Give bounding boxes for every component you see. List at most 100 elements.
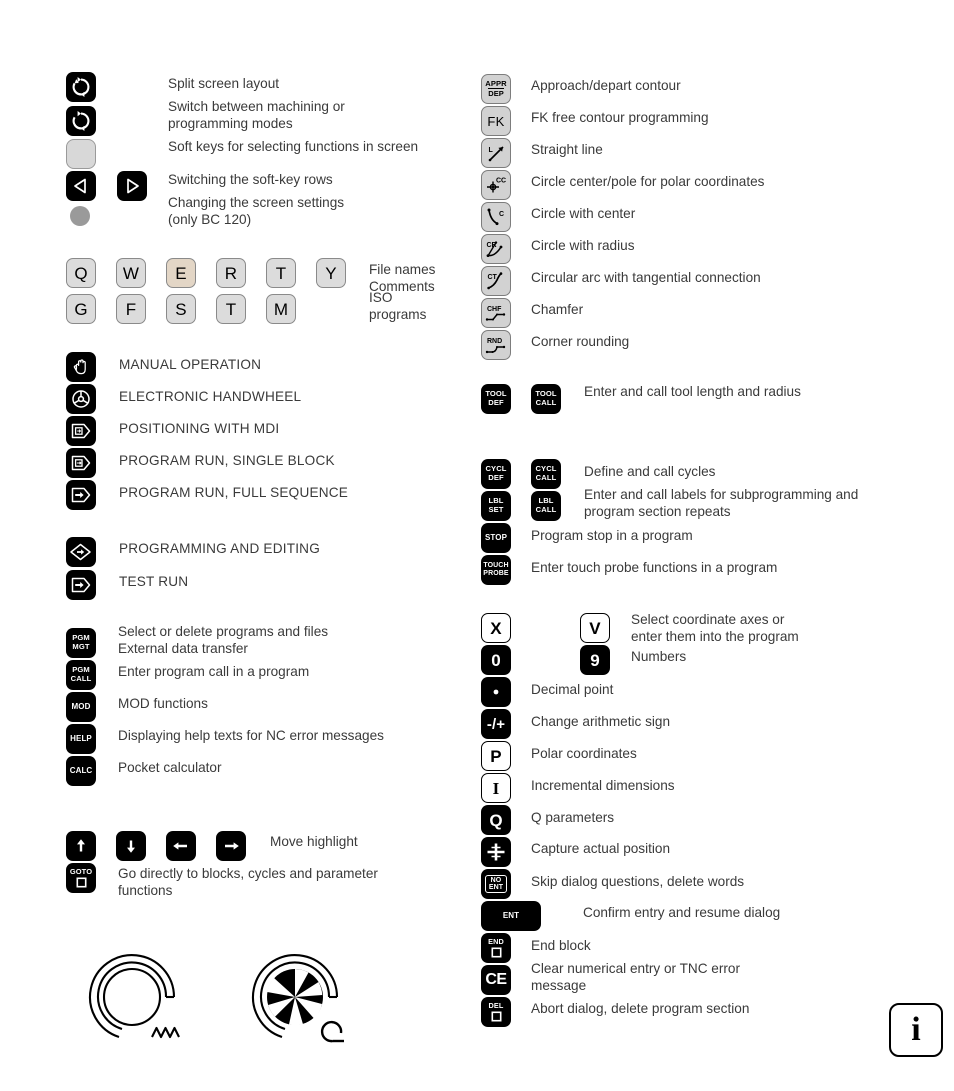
end-desc: End block — [531, 938, 591, 953]
screen-settings-knob[interactable] — [70, 206, 90, 226]
spindle-speed-dial-icon — [251, 954, 344, 1043]
cycl-def-key[interactable]: CYCL DEF — [481, 459, 511, 489]
appr-label: APPR — [485, 79, 507, 89]
iso-key-t[interactable]: T — [216, 294, 246, 324]
stop-key[interactable]: STOP — [481, 523, 511, 553]
arrow-down-key[interactable] — [116, 831, 146, 861]
soft-key[interactable] — [66, 139, 96, 169]
lbl-call-label-bottom: CALL — [535, 505, 557, 514]
full-sequence-arrow-icon — [71, 487, 91, 503]
iso-key-m[interactable]: M — [266, 294, 296, 324]
q-parameter-desc: Q parameters — [531, 810, 615, 825]
iso-key-f[interactable]: F — [116, 294, 146, 324]
cycl-call-key[interactable]: CYCL CALL — [531, 459, 561, 489]
fk-key[interactable]: FK — [481, 106, 511, 136]
iso-key-g[interactable]: G — [66, 294, 96, 324]
axis-x-key[interactable]: X — [481, 613, 511, 643]
corner-rounding-key[interactable]: RND — [481, 330, 511, 360]
circle-with-radius-key[interactable]: CR — [481, 234, 511, 264]
cycl-call-label-bottom: CALL — [535, 473, 557, 482]
cycl-desc: Define and call cycles — [584, 464, 716, 479]
spindle-speed-override-potentiometer[interactable] — [245, 945, 363, 1060]
arrow-left-key[interactable] — [166, 831, 196, 861]
appr-dep-key[interactable]: APPR DEP — [481, 74, 511, 104]
del-key[interactable]: DEL — [481, 997, 511, 1027]
alpha-key-w[interactable]: W — [116, 258, 146, 288]
split-screen-key[interactable] — [66, 72, 96, 102]
q-parameter-label: Q — [489, 810, 503, 830]
soft-key-desc: Soft keys for selecting functions in scr… — [168, 139, 419, 154]
sign-change-desc: Change arithmetic sign — [531, 714, 671, 729]
chamfer-desc: Chamfer — [531, 302, 584, 317]
test-run-key[interactable] — [66, 570, 96, 600]
circle-with-center-key[interactable]: C — [481, 202, 511, 232]
softkey-row-left-key[interactable] — [66, 171, 96, 201]
polar-coordinates-key[interactable]: P — [481, 741, 511, 771]
number-0-key[interactable]: 0 — [481, 645, 511, 675]
softkey-row-right-key[interactable] — [117, 171, 147, 201]
help-key[interactable]: HELP — [66, 724, 96, 754]
feed-rate-override-potentiometer[interactable] — [82, 945, 194, 1055]
chamfer-key[interactable]: CHF — [481, 298, 511, 328]
touch-probe-key[interactable]: TOUCH PROBE — [481, 555, 511, 585]
positioning-mdi-key[interactable] — [66, 416, 96, 446]
alpha-key-q[interactable]: Q — [66, 258, 96, 288]
pgm-call-key[interactable]: PGM CALL — [66, 660, 96, 690]
calc-key[interactable]: CALC — [66, 756, 96, 786]
tool-def-key[interactable]: TOOL DEF — [481, 384, 511, 414]
tool-call-key[interactable]: TOOL CALL — [531, 384, 561, 414]
manual-operation-label: MANUAL OPERATION — [119, 357, 262, 372]
decimal-point-key[interactable] — [481, 677, 511, 707]
program-run-full-sequence-key[interactable] — [66, 480, 96, 510]
lbl-set-key[interactable]: LBL SET — [481, 491, 511, 521]
pgm-mgt-key[interactable]: PGM MGT — [66, 628, 96, 658]
del-desc: Abort dialog, delete program section — [531, 1001, 750, 1016]
info-icon: i — [911, 1011, 921, 1048]
circular-arc-tangential-key[interactable]: CT — [481, 266, 511, 296]
arrow-up-key[interactable] — [66, 831, 96, 861]
alpha-key-e[interactable]: E — [166, 258, 196, 288]
chamfer-icon: CHF — [485, 306, 506, 321]
mod-key[interactable]: MOD — [66, 692, 96, 722]
mod-label: MOD — [71, 702, 91, 711]
ent-key[interactable]: ENT — [481, 901, 541, 931]
straight-line-icon: L — [489, 146, 504, 162]
q-parameter-key[interactable]: Q — [481, 805, 511, 835]
circle-center-pole-key[interactable]: CC — [481, 170, 511, 200]
circle-center-icon: CC — [487, 178, 506, 193]
svg-text:CC: CC — [496, 178, 506, 185]
alpha-key-y[interactable]: Y — [316, 258, 346, 288]
sign-change-label: -/+ — [486, 715, 506, 733]
legend-page: Split screen layout Switch between machi… — [0, 0, 954, 1091]
arrow-right-key[interactable] — [216, 831, 246, 861]
positioning-mdi-label: POSITIONING WITH MDI — [119, 421, 280, 436]
programming-editing-key[interactable] — [66, 537, 96, 567]
corner-rounding-desc: Corner rounding — [531, 334, 630, 349]
pgm-call-label-bottom: CALL — [70, 674, 92, 683]
iso-key-label: G — [74, 299, 88, 319]
goto-desc: Go directly to blocks, cycles and parame… — [118, 866, 378, 898]
alpha-key-r[interactable]: R — [216, 258, 246, 288]
lbl-call-key[interactable]: LBL CALL — [531, 491, 561, 521]
arrow-down-icon — [127, 840, 135, 853]
test-run-arrow-icon — [71, 577, 91, 593]
iso-key-s[interactable]: S — [166, 294, 196, 324]
no-ent-key[interactable]: NO ENT — [481, 869, 511, 899]
axis-v-key[interactable]: V — [580, 613, 610, 643]
mode-switch-key[interactable] — [66, 106, 96, 136]
manual-operation-key[interactable] — [66, 352, 96, 382]
end-key[interactable]: END — [481, 933, 511, 963]
screen-settings-desc: Changing the screen settings (only BC 12… — [168, 195, 345, 227]
alpha-key-t[interactable]: T — [266, 258, 296, 288]
straight-line-key[interactable]: L — [481, 138, 511, 168]
ce-key[interactable]: CE — [481, 965, 511, 995]
number-9-key[interactable]: 9 — [580, 645, 610, 675]
circle-with-radius-desc: Circle with radius — [531, 238, 635, 253]
program-run-single-block-key[interactable] — [66, 448, 96, 478]
arc-ct-icon: CT — [487, 272, 503, 290]
incremental-key[interactable]: I — [481, 773, 511, 803]
electronic-handwheel-key[interactable] — [66, 384, 96, 414]
capture-position-key[interactable] — [481, 837, 511, 867]
goto-key[interactable]: GOTO — [66, 863, 96, 893]
sign-change-key[interactable]: -/+ — [481, 709, 511, 739]
